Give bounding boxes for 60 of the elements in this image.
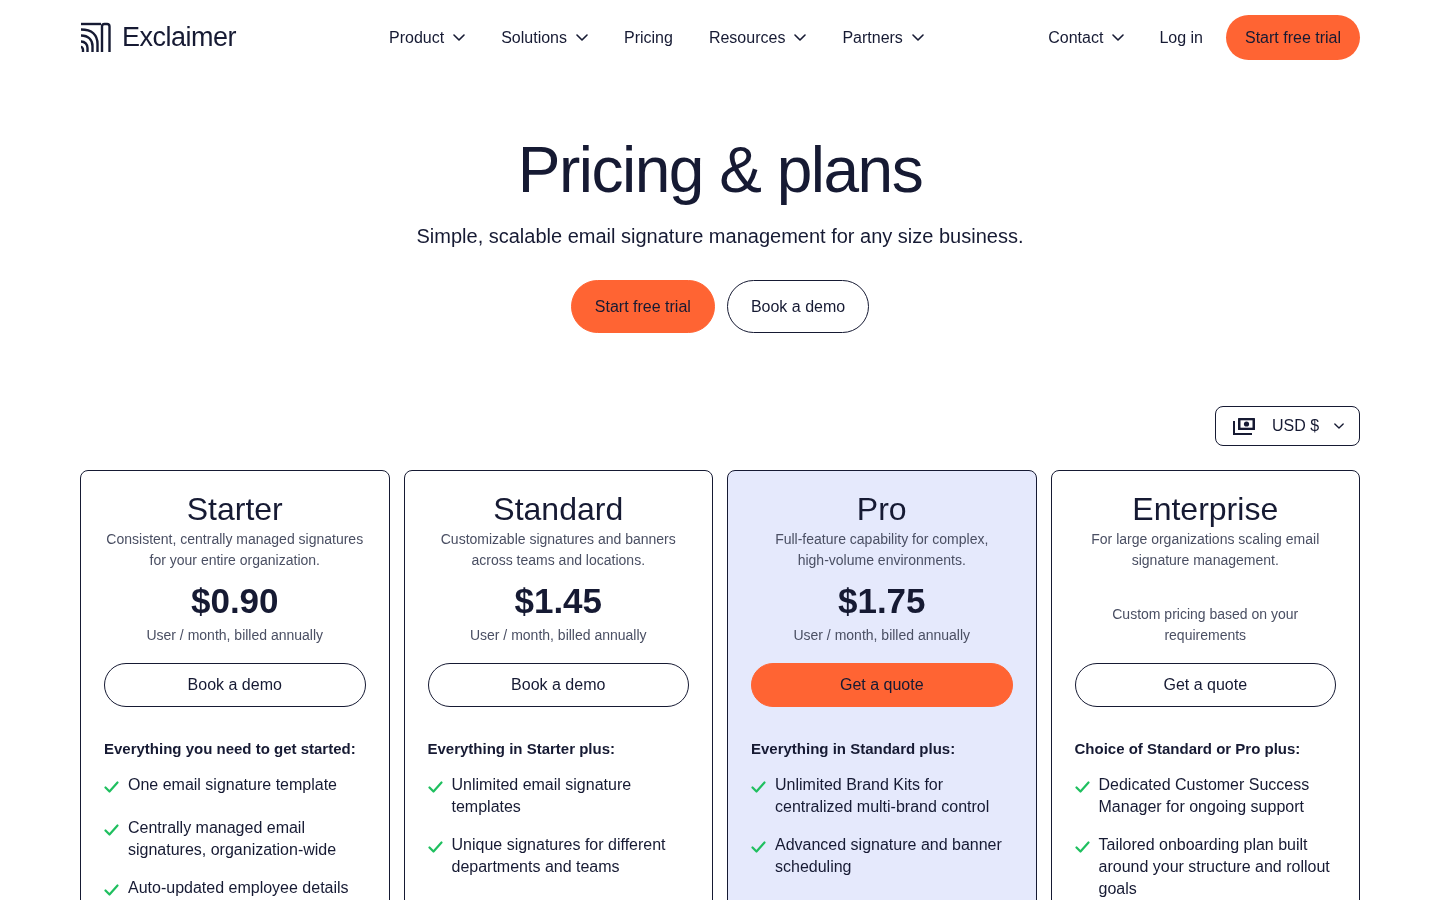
plan-title: Starter — [186, 490, 283, 529]
nav-link[interactable]: Log in — [1159, 25, 1203, 50]
feature-text: Unlimited Brand Kits for centralized multi-brand control — [775, 775, 991, 817]
nav-link[interactable]: Pricing — [624, 25, 673, 50]
plan-description: Consistent, centrally managed signatures for your entire organization. — [106, 530, 364, 570]
pricing-note: Custom pricing based on your requirements — [1111, 605, 1300, 645]
feature-text: Dedicated Customer Success Manager for ongoing support — [1098, 775, 1311, 817]
chevron-down-icon — [1112, 34, 1125, 41]
billing-note: User / month, billed annually — [469, 626, 647, 645]
nav-link[interactable]: Partners — [842, 25, 924, 50]
book-demo-button[interactable]: Book a demo — [726, 280, 870, 333]
check-icon — [104, 884, 119, 896]
chevron-down-icon — [453, 34, 466, 41]
logo-icon — [80, 22, 111, 53]
feature-text: Tailored onboarding plan built around your structure and rollout goals — [1098, 835, 1331, 899]
features-heading: Everything in Starter plus: — [427, 739, 617, 759]
nav-link[interactable]: Product — [389, 25, 466, 50]
check-icon — [427, 841, 443, 853]
check-icon — [751, 781, 766, 793]
logo-wordmark[interactable]: Exclaimer — [122, 24, 237, 51]
chevron-down-icon — [911, 34, 924, 41]
page-title: Pricing & plans — [517, 137, 923, 203]
check-icon — [104, 781, 119, 793]
banknote-icon — [1233, 417, 1256, 435]
feature-text: Auto-updated employee details — [128, 878, 349, 898]
feature-text: Unique signatures for different departments and teams — [451, 835, 667, 877]
start-trial-button[interactable]: Start free trial — [570, 280, 715, 333]
chevron-down-icon — [794, 34, 807, 41]
feature-text: One email signature template — [128, 775, 337, 795]
plan-description: Full-feature capability for complex, high-volume environments. — [775, 530, 989, 570]
chevron-down-icon — [576, 34, 588, 41]
plan-price: $0.90 — [190, 581, 279, 621]
feature-text: Unlimited email signature templates — [451, 775, 633, 817]
check-icon — [1074, 841, 1090, 853]
billing-note: User / month, billed annually — [146, 626, 324, 645]
features-heading: Choice of Standard or Pro plus: — [1074, 739, 1302, 759]
billing-note: User / month, billed annually — [793, 626, 971, 645]
check-icon — [104, 824, 119, 836]
currency-select[interactable]: USD $ — [1215, 406, 1360, 446]
features-heading: Everything in Standard plus: — [751, 739, 957, 759]
check-icon — [1074, 781, 1090, 793]
plan-title: Pro — [856, 490, 907, 529]
plan-button[interactable]: Get a quote — [751, 663, 1013, 707]
check-icon — [751, 841, 766, 853]
plan-description: For large organizations scaling email signature management. — [1091, 530, 1320, 570]
nav-link[interactable]: Resources — [708, 25, 807, 50]
features-heading: Everything you need to get started: — [104, 739, 357, 759]
plan-title: Enterprise — [1132, 490, 1279, 529]
nav-link[interactable]: Contact — [1048, 25, 1125, 50]
plan-price: $1.75 — [837, 581, 926, 621]
plan-price: $1.45 — [514, 581, 603, 621]
check-icon — [427, 781, 443, 793]
plan-title: Standard — [493, 490, 624, 529]
start-trial-button[interactable]: Start free trial — [1225, 15, 1360, 60]
feature-text: Centrally managed email signatures, organization-wide — [128, 818, 338, 860]
plan-description: Customizable signatures and banners across teams and locations. — [440, 530, 676, 570]
nav-link[interactable]: Solutions — [501, 25, 588, 50]
feature-text: Advanced signature and banner scheduling — [775, 835, 1003, 877]
page-subtitle: Simple, scalable email signature management for any size business. — [416, 224, 1024, 248]
chevron-down-icon — [1334, 423, 1344, 429]
